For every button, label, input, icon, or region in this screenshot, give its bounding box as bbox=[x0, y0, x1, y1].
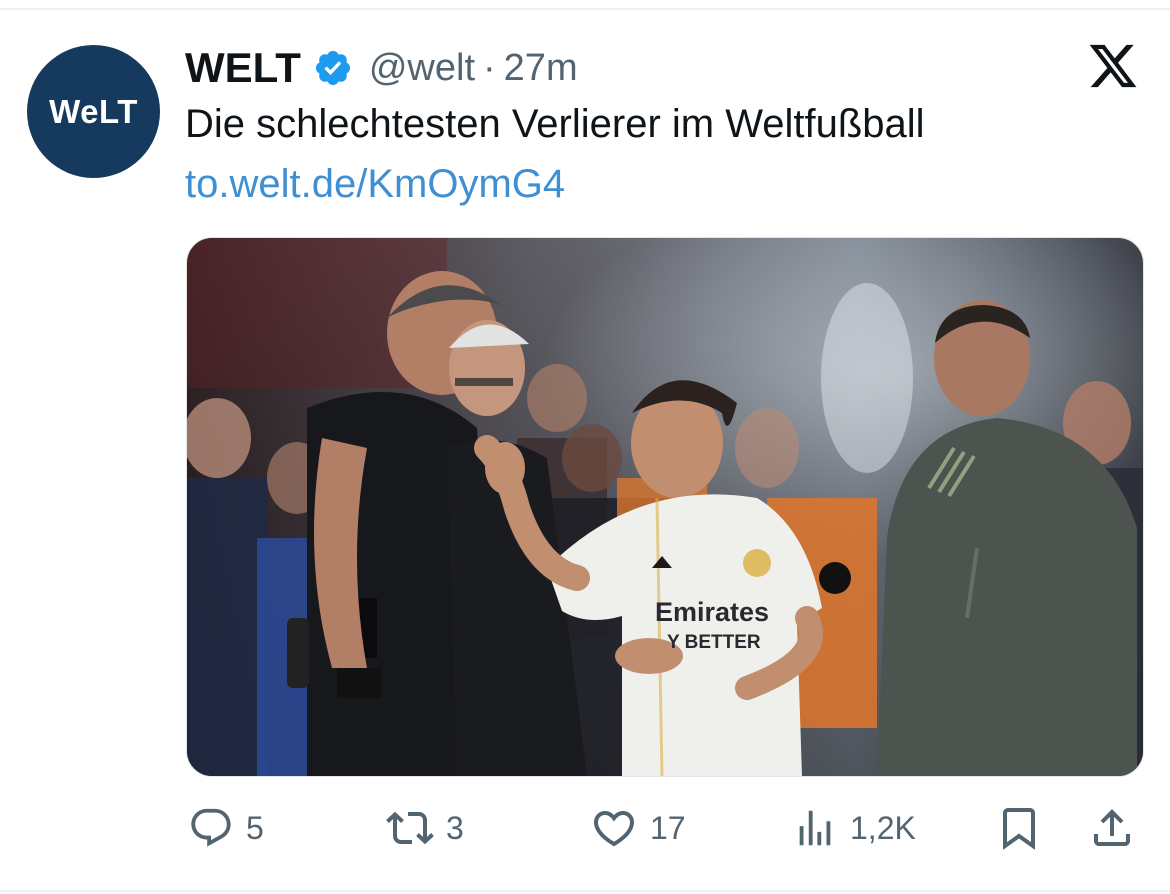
bottom-divider bbox=[0, 890, 1170, 892]
retweet-icon bbox=[386, 811, 434, 845]
avatar[interactable]: WeLT bbox=[27, 45, 160, 178]
action-bar: 5 3 17 1,2K bbox=[0, 800, 1170, 856]
tweet-link[interactable]: to.welt.de/KmOymG4 bbox=[185, 162, 565, 207]
timestamp[interactable]: 27m bbox=[504, 47, 578, 90]
bookmark-button[interactable] bbox=[995, 800, 1043, 856]
author-handle[interactable]: @welt bbox=[369, 47, 475, 90]
separator-dot: · bbox=[483, 46, 496, 89]
views-icon bbox=[799, 810, 831, 846]
retweet-button[interactable]: 3 bbox=[386, 800, 464, 856]
reply-count: 5 bbox=[246, 809, 264, 846]
verified-badge-icon bbox=[313, 48, 353, 88]
x-logo-icon bbox=[1087, 40, 1139, 92]
reply-icon bbox=[191, 808, 231, 847]
share-button[interactable] bbox=[1088, 800, 1136, 856]
tweet-photo[interactable]: Emirates Y BETTER bbox=[186, 237, 1144, 777]
reply-button[interactable]: 5 bbox=[188, 800, 264, 856]
share-icon bbox=[1094, 809, 1130, 846]
like-button[interactable]: 17 bbox=[590, 800, 686, 856]
bookmark-icon bbox=[1003, 808, 1035, 850]
like-icon bbox=[593, 811, 635, 847]
author-name[interactable]: WELT bbox=[185, 44, 301, 92]
tweet-header: WELT @welt · 27m bbox=[185, 40, 578, 96]
photo-scene: Emirates Y BETTER bbox=[187, 238, 1143, 776]
shirt-sponsor-line1: Emirates bbox=[655, 597, 769, 627]
views-button[interactable]: 1,2K bbox=[792, 800, 916, 856]
top-divider bbox=[0, 8, 1170, 10]
views-count: 1,2K bbox=[850, 809, 916, 846]
retweet-count: 3 bbox=[446, 809, 464, 846]
like-count: 17 bbox=[650, 809, 686, 846]
avatar-logo-text: WeLT bbox=[49, 92, 138, 130]
tweet-text: Die schlechtesten Verlierer im Weltfußba… bbox=[185, 102, 925, 146]
shirt-sponsor-line2: Y BETTER bbox=[667, 632, 761, 653]
